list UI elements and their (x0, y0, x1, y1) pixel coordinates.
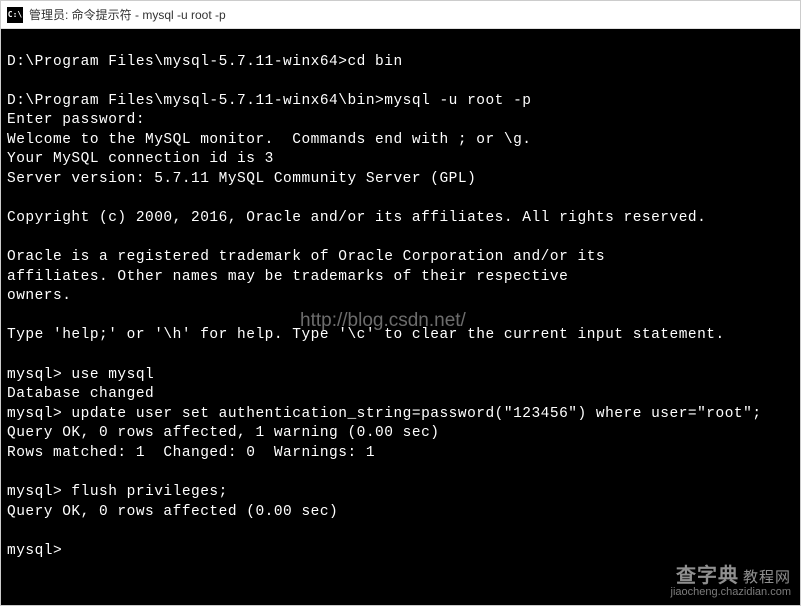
terminal-output[interactable]: D:\Program Files\mysql-5.7.11-winx64>cd … (1, 29, 800, 605)
cmd-icon: C:\ (7, 7, 23, 23)
command-prompt-window: C:\ 管理员: 命令提示符 - mysql -u root -p D:\Pro… (0, 0, 801, 606)
titlebar[interactable]: C:\ 管理员: 命令提示符 - mysql -u root -p (1, 1, 800, 29)
window-title: 管理员: 命令提示符 - mysql -u root -p (29, 6, 226, 23)
